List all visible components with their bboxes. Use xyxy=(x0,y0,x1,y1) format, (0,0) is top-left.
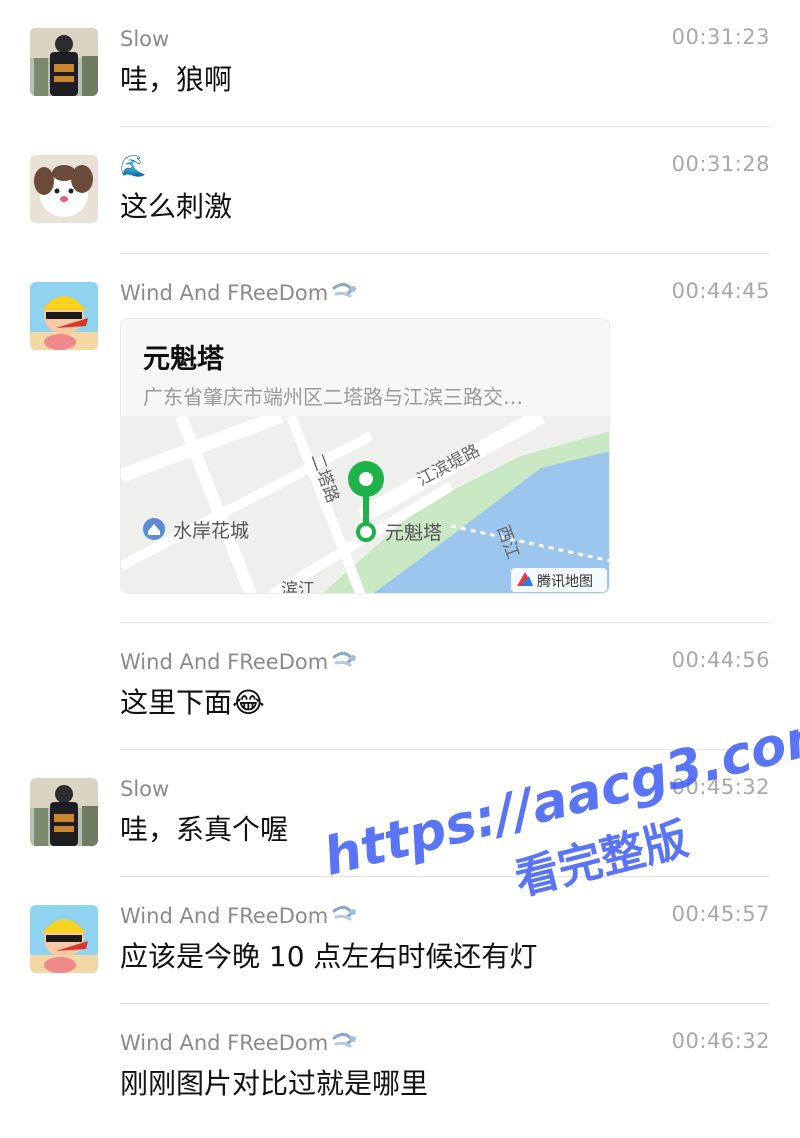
avatar[interactable] xyxy=(30,905,98,973)
sender-name-text: Wind And FReeDom xyxy=(120,650,329,674)
message-text: 这么刺激 xyxy=(120,190,233,223)
map-bottom-label: 滨江 xyxy=(281,580,315,594)
sender-name-text: Wind And FReeDom xyxy=(120,281,329,305)
map-preview[interactable]: 二塔路 江滨堤路 西江 滨江 水岸花城 元魁塔 腾讯地图 xyxy=(121,416,610,594)
timestamp: 00:45:32 xyxy=(671,775,770,799)
wind-icon xyxy=(332,1030,358,1059)
location-address: 广东省肇庆市端州区二塔路与江滨三路交… xyxy=(143,385,523,409)
sender-name: Wind And FReeDom xyxy=(120,648,358,676)
sender-name: Slow xyxy=(120,777,170,801)
sender-name-text: Wind And FReeDom xyxy=(120,904,329,928)
chat-message: Slow 00:31:23 哇，狼啊 xyxy=(0,0,800,127)
sender-name: 🌊 xyxy=(120,154,147,178)
message-text: 刚刚图片对比过就是哪里 xyxy=(120,1067,429,1100)
timestamp: 00:44:45 xyxy=(671,279,770,303)
map-pin-label: 元魁塔 xyxy=(385,522,442,544)
sender-name: Wind And FReeDom xyxy=(120,1029,358,1057)
sender-name: Wind And FReeDom xyxy=(120,902,358,930)
timestamp: 00:45:57 xyxy=(671,902,770,926)
timestamp: 00:31:23 xyxy=(671,25,770,49)
avatar[interactable] xyxy=(30,155,98,223)
sender-name: Wind And FReeDom xyxy=(120,279,358,307)
sender-name: Slow xyxy=(120,27,170,51)
wind-icon xyxy=(332,903,358,932)
chat-message: Wind And FReeDom 00:45:57 应该是今晚 10 点左右时候… xyxy=(0,877,800,1004)
timestamp: 00:31:28 xyxy=(671,152,770,176)
avatar[interactable] xyxy=(30,282,98,350)
location-title: 元魁塔 xyxy=(143,344,224,375)
avatar-cartoon-boy-icon xyxy=(30,282,98,350)
message-text: 哇，系真个喔 xyxy=(120,813,289,846)
wind-icon xyxy=(332,280,358,309)
avatar-puppy-icon xyxy=(30,155,98,223)
message-text: 这里下面😂 xyxy=(120,683,265,723)
location-header: 元魁塔 广东省肇庆市端州区二塔路与江滨三路交… xyxy=(121,319,609,416)
timestamp: 00:46:32 xyxy=(671,1029,770,1053)
avatar-person-vest-icon xyxy=(30,778,98,846)
avatar[interactable] xyxy=(30,778,98,846)
map-provider-label: 腾讯地图 xyxy=(537,573,593,590)
map-poi-label: 水岸花城 xyxy=(173,520,249,542)
avatar-person-vest-icon xyxy=(30,28,98,96)
laughing-emoji-icon: 😂 xyxy=(232,686,265,719)
message-text-content: 这里下面 xyxy=(120,686,233,719)
chat-message: 🌊 00:31:28 这么刺激 xyxy=(0,127,800,254)
message-text: 应该是今晚 10 点左右时候还有灯 xyxy=(120,940,538,973)
avatar[interactable] xyxy=(30,28,98,96)
avatar-cartoon-boy-icon xyxy=(30,905,98,973)
message-text: 哇，狼啊 xyxy=(120,63,233,96)
chat-message: Wind And FReeDom 00:46:32 刚刚图片对比过就是哪里 xyxy=(0,1004,800,1138)
timestamp: 00:44:56 xyxy=(671,648,770,672)
chat-message: Wind And FReeDom 00:44:56 这里下面😂 xyxy=(0,623,800,750)
wind-icon xyxy=(332,649,358,678)
location-card[interactable]: 元魁塔 广东省肇庆市端州区二塔路与江滨三路交… 二塔路 江滨堤路 西江 滨江 水… xyxy=(120,318,610,594)
sender-name-text: Wind And FReeDom xyxy=(120,1031,329,1055)
chat-message: Slow 00:45:32 哇，系真个喔 xyxy=(0,750,800,877)
